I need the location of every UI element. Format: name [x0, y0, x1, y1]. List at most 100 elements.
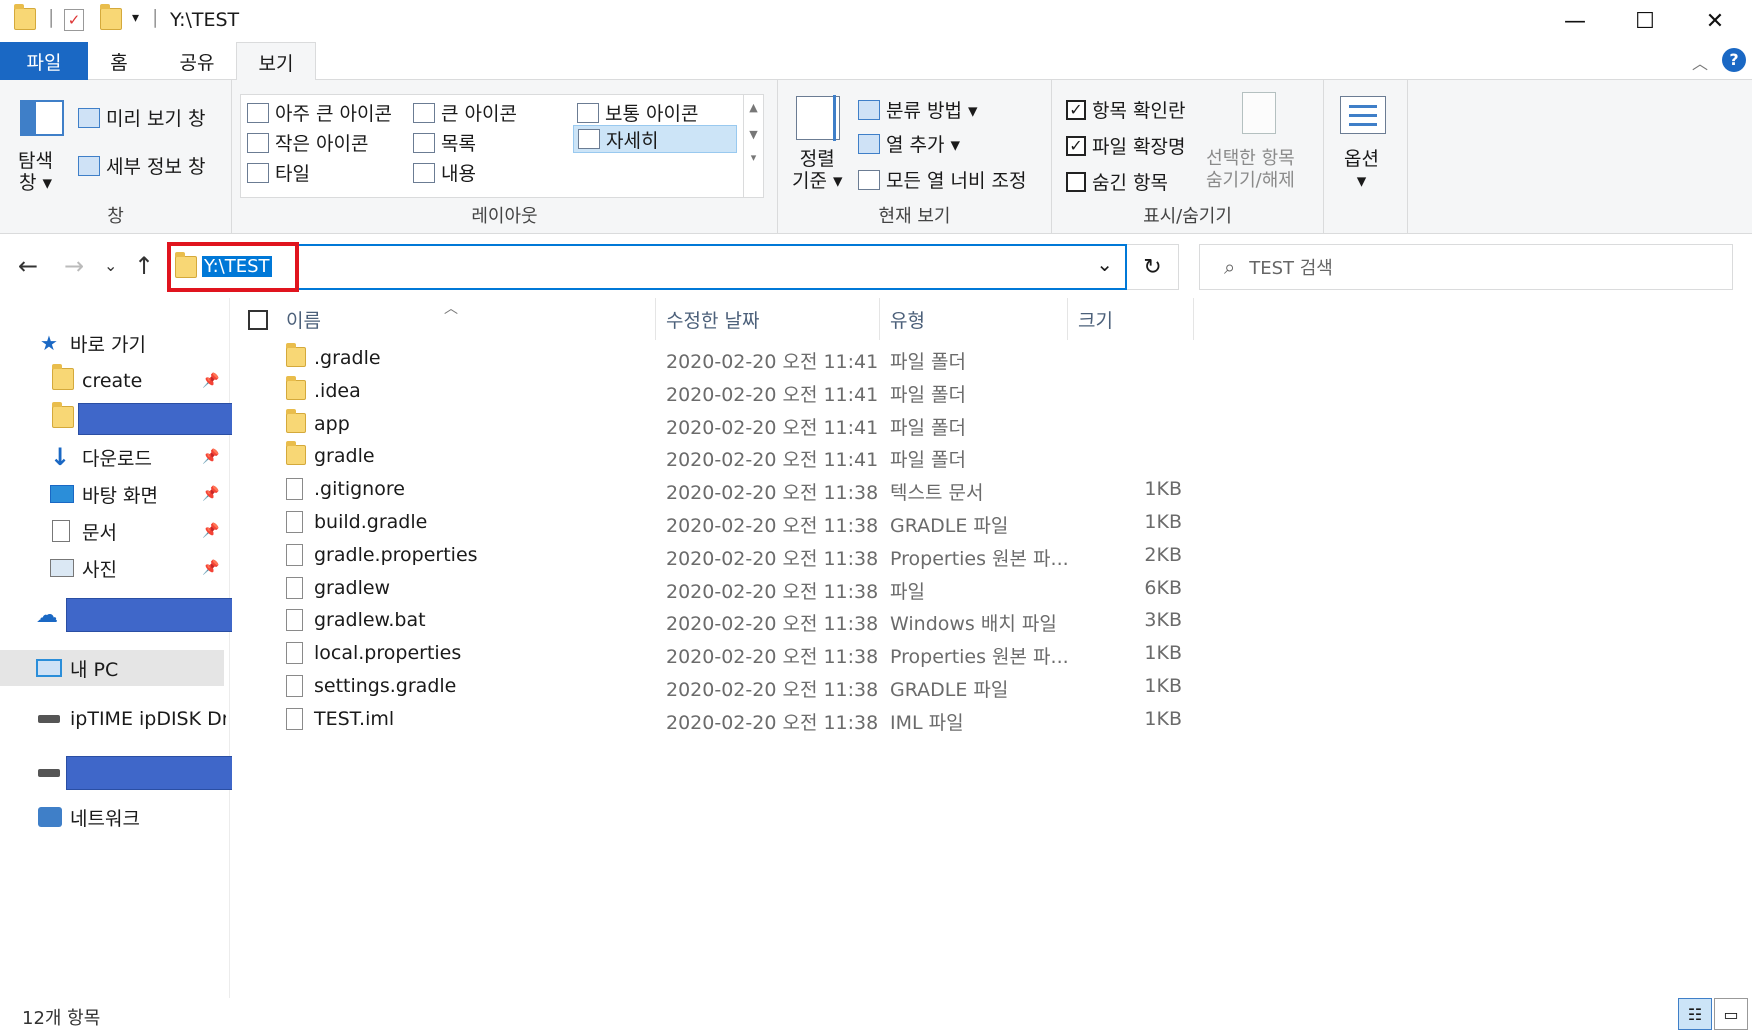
- star-icon: ★: [40, 331, 58, 355]
- column-header-size[interactable]: 크기: [1068, 298, 1194, 340]
- sidebar-item-quick-access[interactable]: ★ 바로 가기: [0, 326, 230, 360]
- tab-file[interactable]: 파일: [0, 42, 88, 80]
- table-row[interactable]: gradle.properties 2020-02-20 오전 11:38 Prop…: [232, 539, 1232, 572]
- navigation-pane-button[interactable]: 탐색 창 ▾: [18, 150, 53, 194]
- table-row[interactable]: build.gradle 2020-02-20 오전 11:38 GRADLE 파일…: [232, 506, 1232, 539]
- column-header-name[interactable]: 이름: [276, 298, 656, 340]
- group-by-icon: [858, 99, 880, 120]
- download-arrow-icon: ↓: [50, 443, 71, 471]
- more-icon[interactable]: ▾: [744, 151, 763, 164]
- large-icons-view-icon: ▭: [1723, 1004, 1739, 1024]
- table-row[interactable]: gradle 2020-02-20 오전 11:41 파일 폴더: [232, 440, 1232, 473]
- table-row[interactable]: .gitignore 2020-02-20 오전 11:38 텍스트 문서 1KB: [232, 473, 1232, 506]
- hidden-items-toggle[interactable]: 숨긴 항목: [1066, 168, 1168, 195]
- sidebar-item-network[interactable]: 네트워크: [0, 800, 230, 834]
- address-bar[interactable]: Y:\TEST ⌄: [167, 244, 1127, 290]
- sidebar-item-pictures[interactable]: 사진 📌: [0, 551, 230, 585]
- layout-small-icons[interactable]: 작은 아이콘: [247, 129, 368, 156]
- group-by-button[interactable]: 분류 방법 ▾: [858, 96, 978, 123]
- sidebar-item-downloads[interactable]: ↓ 다운로드 📌: [0, 440, 230, 474]
- file-date: 2020-02-20 오전 11:38: [666, 580, 879, 603]
- layout-medium-icons[interactable]: 보통 아이콘: [577, 99, 698, 126]
- sort-by-button[interactable]: 정렬 기준 ▾: [792, 148, 843, 192]
- file-extensions-checkbox[interactable]: ✓: [1066, 135, 1086, 156]
- gallery-scrollbar[interactable]: ▲ ▼ ▾: [743, 95, 763, 197]
- pin-icon: 📌: [202, 373, 220, 389]
- maximize-button[interactable]: ☐: [1610, 0, 1680, 42]
- new-folder-icon[interactable]: [100, 4, 122, 32]
- group-options: 옵션 ▾: [1324, 80, 1408, 234]
- tab-share[interactable]: 공유: [160, 42, 234, 80]
- picture-icon: [50, 559, 74, 577]
- file-extensions-toggle[interactable]: ✓ 파일 확장명: [1066, 132, 1185, 159]
- table-row[interactable]: local.properties 2020-02-20 오전 11:38 Prope…: [232, 637, 1232, 670]
- sort-by-icon[interactable]: [796, 95, 840, 141]
- item-checkboxes-checkbox[interactable]: ✓: [1066, 99, 1086, 120]
- options-button[interactable]: 옵션 ▾: [1344, 148, 1379, 192]
- hidden-items-checkbox[interactable]: [1066, 171, 1086, 192]
- search-input[interactable]: ⌕ TEST 검색: [1199, 244, 1733, 290]
- folder-icon: [52, 363, 74, 395]
- scroll-down-icon[interactable]: ▼: [744, 128, 763, 141]
- properties-icon[interactable]: ✓: [64, 8, 84, 32]
- table-row[interactable]: TEST.iml 2020-02-20 오전 11:38 IML 파일 1KB: [232, 703, 1232, 736]
- group-label: 현재 보기: [878, 206, 951, 227]
- size-all-columns-button[interactable]: 모든 열 너비 조정: [858, 166, 1026, 193]
- file-size: 1KB: [1144, 707, 1182, 730]
- tab-view[interactable]: 보기: [236, 42, 316, 81]
- layout-content[interactable]: 내용: [413, 159, 476, 186]
- sidebar-item-onedrive[interactable]: ☁: [0, 598, 249, 632]
- layout-tiles[interactable]: 타일: [247, 159, 310, 186]
- layout-extra-large-icons[interactable]: 아주 큰 아이콘: [247, 99, 392, 126]
- layout-details[interactable]: 자세히: [573, 125, 737, 153]
- hide-selected-icon: [1242, 92, 1276, 134]
- forward-arrow-icon[interactable]: →: [64, 252, 84, 280]
- sidebar-item-this-pc[interactable]: 내 PC: [0, 650, 224, 686]
- table-row[interactable]: gradlew.bat 2020-02-20 오전 11:38 Windows 배치…: [232, 604, 1232, 637]
- item-checkboxes-toggle[interactable]: ✓ 항목 확인란: [1066, 96, 1185, 123]
- up-arrow-icon[interactable]: ↑: [134, 252, 154, 280]
- back-arrow-icon[interactable]: ←: [18, 252, 38, 280]
- preview-pane-button[interactable]: 미리 보기 창: [78, 104, 205, 131]
- table-row[interactable]: app 2020-02-20 오전 11:41 파일 폴더: [232, 408, 1232, 441]
- annotation-highlight-box: [167, 242, 299, 292]
- table-row[interactable]: .idea 2020-02-20 오전 11:41 파일 폴더: [232, 375, 1232, 408]
- sidebar-item-documents[interactable]: 문서 📌: [0, 514, 230, 548]
- help-icon[interactable]: ?: [1722, 48, 1746, 72]
- options-icon[interactable]: [1340, 96, 1386, 134]
- file-name: settings.gradle: [314, 675, 457, 697]
- minimize-button[interactable]: —: [1540, 0, 1610, 42]
- file-size: 3KB: [1144, 609, 1182, 632]
- qat-dropdown-icon[interactable]: ▾: [132, 10, 139, 34]
- refresh-button[interactable]: ↻: [1127, 244, 1179, 290]
- sidebar-item-drive[interactable]: ipTIME ipDISK Driv: [0, 702, 230, 736]
- collapse-ribbon-icon[interactable]: ︿: [1692, 50, 1708, 74]
- navigation-pane-icon[interactable]: [20, 100, 64, 136]
- sidebar-item-create[interactable]: create 📌: [0, 363, 230, 398]
- table-row[interactable]: gradlew 2020-02-20 오전 11:38 파일 6KB: [232, 572, 1232, 605]
- details-view-button[interactable]: ☷: [1678, 998, 1712, 1030]
- address-dropdown-icon[interactable]: ⌄: [1096, 252, 1113, 276]
- layout-large-icons[interactable]: 큰 아이콘: [413, 99, 517, 126]
- sidebar-item-desktop[interactable]: 바탕 화면 📌: [0, 477, 230, 511]
- large-icons-view-button[interactable]: ▭: [1714, 998, 1748, 1030]
- select-all-checkbox[interactable]: [248, 310, 268, 330]
- scroll-up-icon[interactable]: ▲: [744, 101, 763, 114]
- layout-list[interactable]: 목록: [413, 129, 476, 156]
- file-name: gradle: [314, 445, 375, 468]
- recent-locations-icon[interactable]: ⌄: [104, 256, 117, 275]
- sidebar-item-redacted-drive[interactable]: [0, 756, 249, 790]
- separator: |: [152, 6, 159, 28]
- file-date: 2020-02-20 오전 11:41: [666, 416, 879, 439]
- table-row[interactable]: settings.gradle 2020-02-20 오전 11:38 GRADLE…: [232, 670, 1232, 703]
- sidebar-item-redacted[interactable]: [0, 401, 261, 436]
- table-row[interactable]: .gradle 2020-02-20 오전 11:41 파일 폴더: [232, 342, 1232, 375]
- column-header-type[interactable]: 유형: [880, 298, 1068, 340]
- column-header-date[interactable]: 수정한 날짜: [656, 298, 880, 340]
- file-name: gradle.properties: [314, 543, 478, 566]
- tab-home[interactable]: 홈: [88, 42, 150, 80]
- close-button[interactable]: ✕: [1680, 0, 1750, 42]
- details-pane-button[interactable]: 세부 정보 창: [78, 152, 205, 179]
- add-columns-button[interactable]: 열 추가 ▾: [858, 130, 960, 157]
- add-columns-icon: [858, 133, 880, 154]
